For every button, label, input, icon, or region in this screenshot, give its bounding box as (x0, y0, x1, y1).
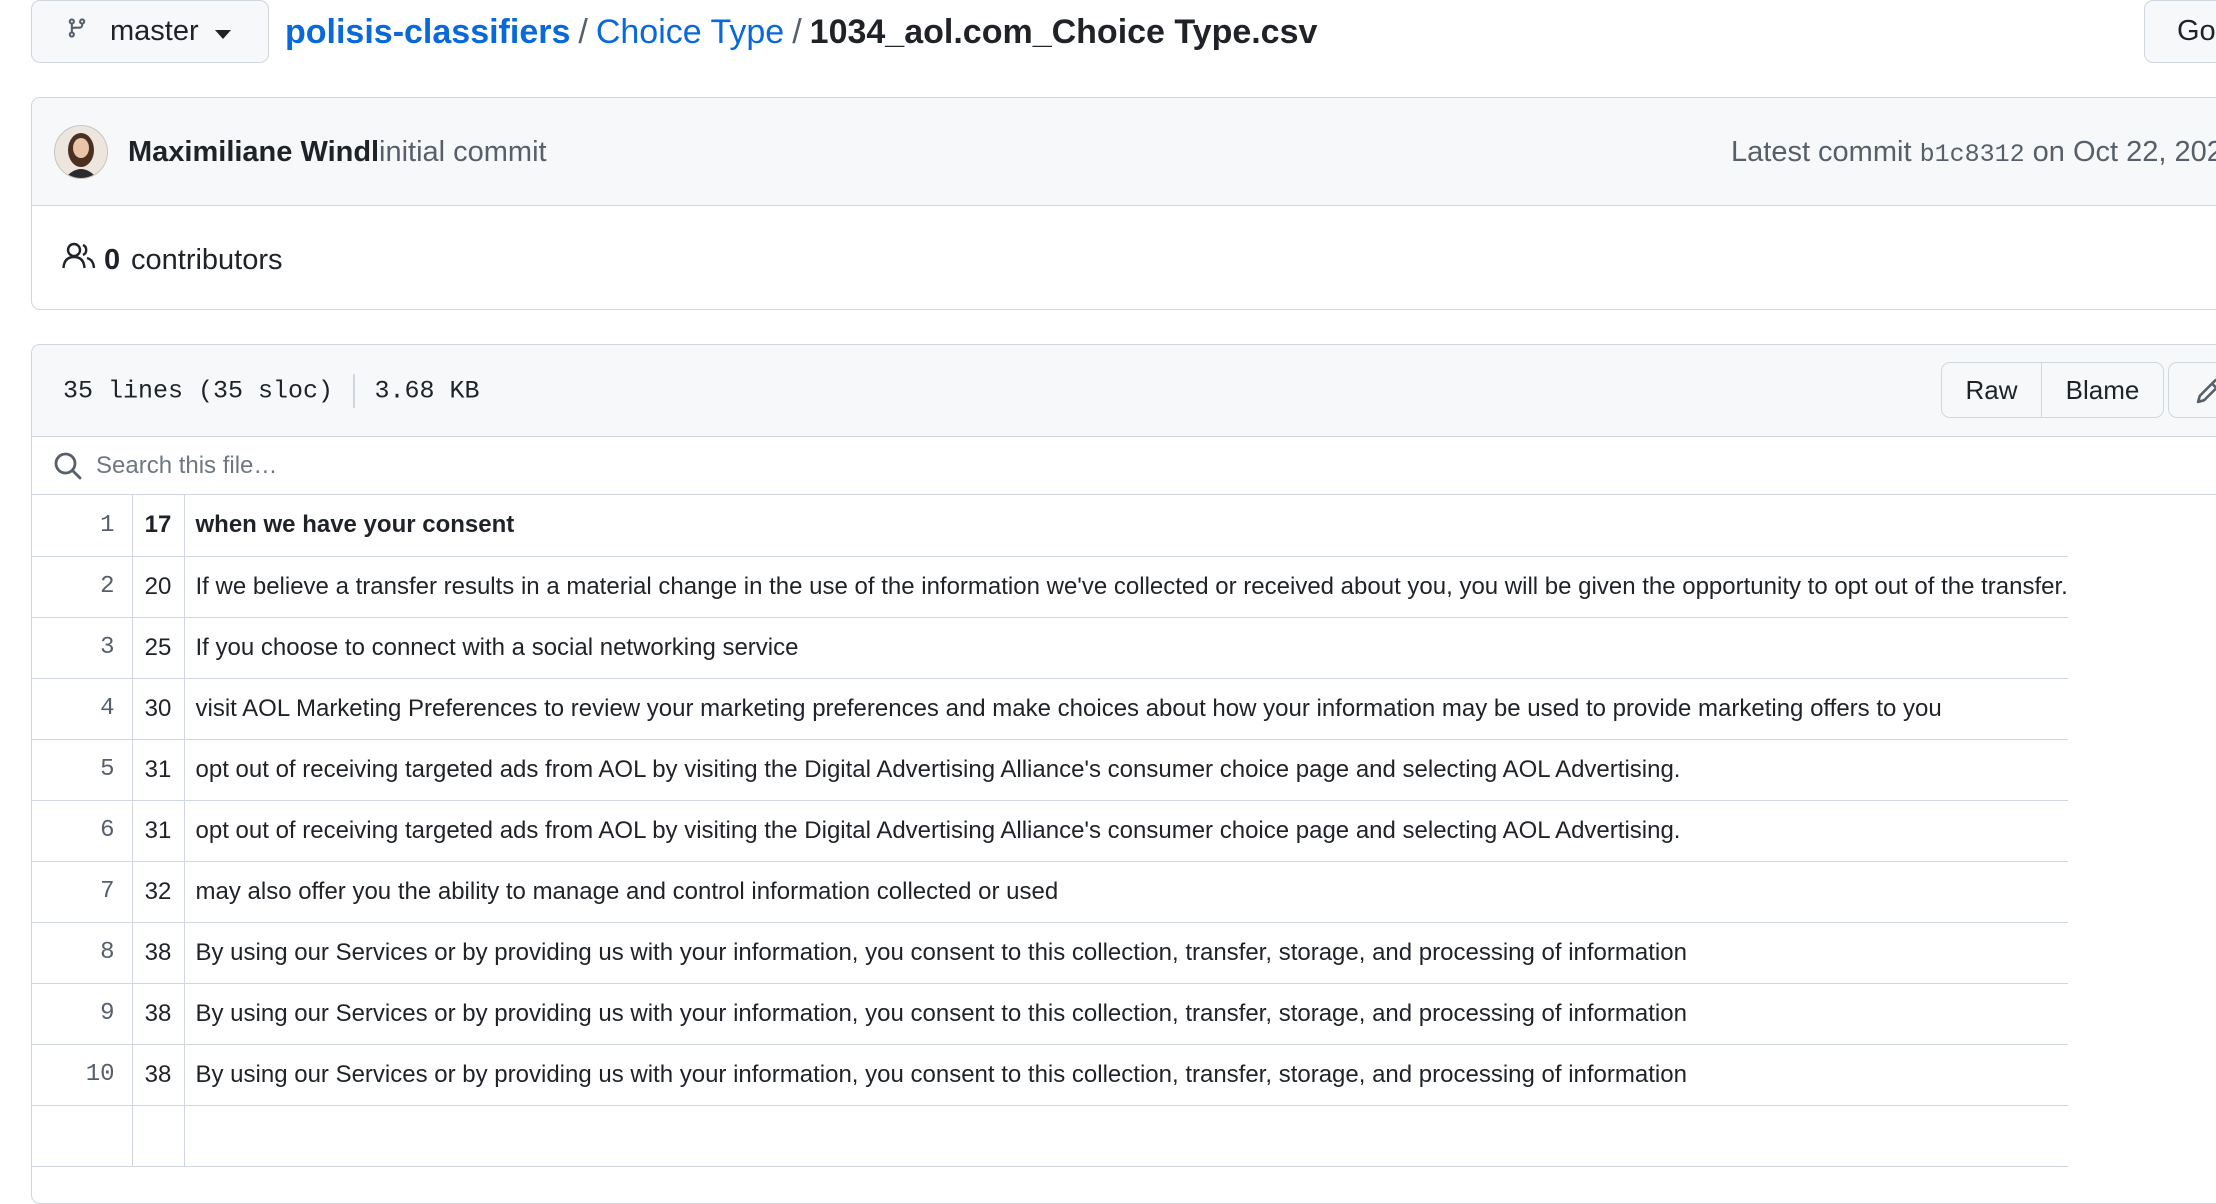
commit-date: on Oct 22, 202 (2032, 136, 2216, 168)
table-row: 7 32 may also offer you the ability to man… (32, 861, 2068, 923)
git-branch-icon (66, 15, 88, 49)
raw-button[interactable]: Raw (1941, 362, 2042, 418)
file-viewer: 35 lines (35 sloc) 3.68 KB Raw Blame 117w… (31, 344, 2216, 1204)
commit-message-link[interactable]: initial commit (379, 136, 547, 169)
line-number[interactable]: 7 (32, 861, 133, 923)
table-row: 1 17 when we have your consent (32, 495, 2068, 557)
table-cell-text: By using our Services or by providing us… (184, 922, 2068, 984)
latest-commit-row: Maximiliane Windl initial commit Latest … (32, 98, 2216, 206)
table-cell-text: If we believe a transfer results in a ma… (184, 556, 2068, 618)
commit-author-link[interactable]: Maximiliane Windl (128, 136, 379, 169)
table-cell-text: By using our Services or by providing us… (184, 983, 2068, 1045)
search-file-input[interactable] (94, 445, 1898, 487)
latest-commit-info: Latest commit b1c8312 on Oct 22, 202 (1731, 136, 2216, 169)
file-size: 3.68 KB (374, 376, 480, 406)
table-row: 2 20 If we believe a transfer results in a… (32, 556, 2068, 618)
table-cell-id: 38 (132, 922, 185, 984)
table-row: 10 38 By using our Services or by providin… (32, 1044, 2068, 1106)
people-icon (62, 242, 96, 275)
table-cell-text: opt out of receiving targeted ads from A… (184, 800, 2068, 862)
edit-button[interactable] (2168, 362, 2216, 418)
breadcrumb-file-name: 1034_aol.com_Choice Type.csv (809, 13, 1318, 51)
table-cell-text: opt out of receiving targeted ads from A… (184, 739, 2068, 801)
file-actions-group: Raw Blame (1941, 362, 2164, 418)
table-row: 6 31 opt out of receiving targeted ads fro… (32, 800, 2068, 862)
line-number[interactable]: 10 (32, 1044, 133, 1106)
table-row: 8 38 By using our Services or by providing… (32, 922, 2068, 984)
contributors-count[interactable]: 0 (104, 244, 120, 277)
branch-name: master (110, 15, 199, 47)
table-cell-id: 30 (132, 678, 185, 740)
divider (353, 374, 355, 408)
file-line-count: 35 lines (35 sloc) (63, 376, 334, 406)
table-cell-text: may also offer you the ability to manage… (184, 861, 2068, 923)
table-cell-id: 32 (132, 861, 185, 923)
table-row: 5 31 opt out of receiving targeted ads fro… (32, 739, 2068, 801)
csv-table: 1 17 when we have your consent 2 20 If we bel… (32, 495, 2068, 1167)
table-cell-id: 17 (132, 495, 185, 557)
go-to-file-label: Go (2177, 15, 2216, 47)
commit-sha-link[interactable]: b1c8312 (1920, 140, 2025, 169)
commit-box: Maximiliane Windl initial commit Latest … (31, 97, 2216, 310)
breadcrumb: polisis-classifiers / Choice Type/1034_aol… (285, 10, 1317, 54)
table-cell-id: 25 (132, 617, 185, 679)
table-cell-text: when we have your consent (184, 495, 2068, 557)
table-row: 4 30 visit AOL Marketing Preferences to re… (32, 678, 2068, 740)
file-search-row (32, 437, 2216, 495)
table-row: 3 25 If you choose to connect with a socia… (32, 617, 2068, 679)
triangle-down-icon (214, 15, 231, 48)
table-cell-text: By using our Services or by providing us… (184, 1044, 2068, 1106)
file-info: 35 lines (35 sloc) 3.68 KB (63, 374, 480, 408)
table-cell-id: 31 (132, 739, 185, 801)
table-row: 9 38 By using our Services or by providing… (32, 983, 2068, 1045)
table-cell-text: If you choose to connect with a social n… (184, 617, 2068, 679)
line-number[interactable]: 4 (32, 678, 133, 740)
line-number[interactable]: 5 (32, 739, 133, 801)
latest-commit-prefix: Latest commit (1731, 136, 1912, 168)
branch-select-button[interactable]: master (31, 0, 269, 63)
table-cell-id: 20 (132, 556, 185, 618)
line-number[interactable]: 6 (32, 800, 133, 862)
avatar[interactable] (54, 125, 108, 179)
line-number[interactable]: 3 (32, 617, 133, 679)
table-cell-id: 38 (132, 983, 185, 1045)
breadcrumb-folder-link[interactable]: Choice Type (596, 13, 784, 51)
table-cell-id: 31 (132, 800, 185, 862)
line-number[interactable]: 2 (32, 556, 133, 618)
table-cell-id: 38 (132, 1044, 185, 1106)
contributors-row: 0 contributors (32, 206, 2216, 309)
go-to-file-button[interactable]: Go (2144, 0, 2216, 63)
table-cell-text: visit AOL Marketing Preferences to revie… (184, 678, 2068, 740)
file-header: 35 lines (35 sloc) 3.68 KB Raw Blame (32, 345, 2216, 437)
contributors-label[interactable]: contributors (131, 244, 283, 277)
blame-button[interactable]: Blame (2042, 362, 2164, 418)
line-number[interactable]: 1 (32, 495, 133, 557)
line-number[interactable]: 8 (32, 922, 133, 984)
breadcrumb-repo-link[interactable]: polisis-classifiers (285, 13, 570, 51)
breadcrumb-separator: / (578, 13, 588, 51)
breadcrumb-separator: / (792, 13, 802, 51)
line-number[interactable]: 9 (32, 983, 133, 1045)
